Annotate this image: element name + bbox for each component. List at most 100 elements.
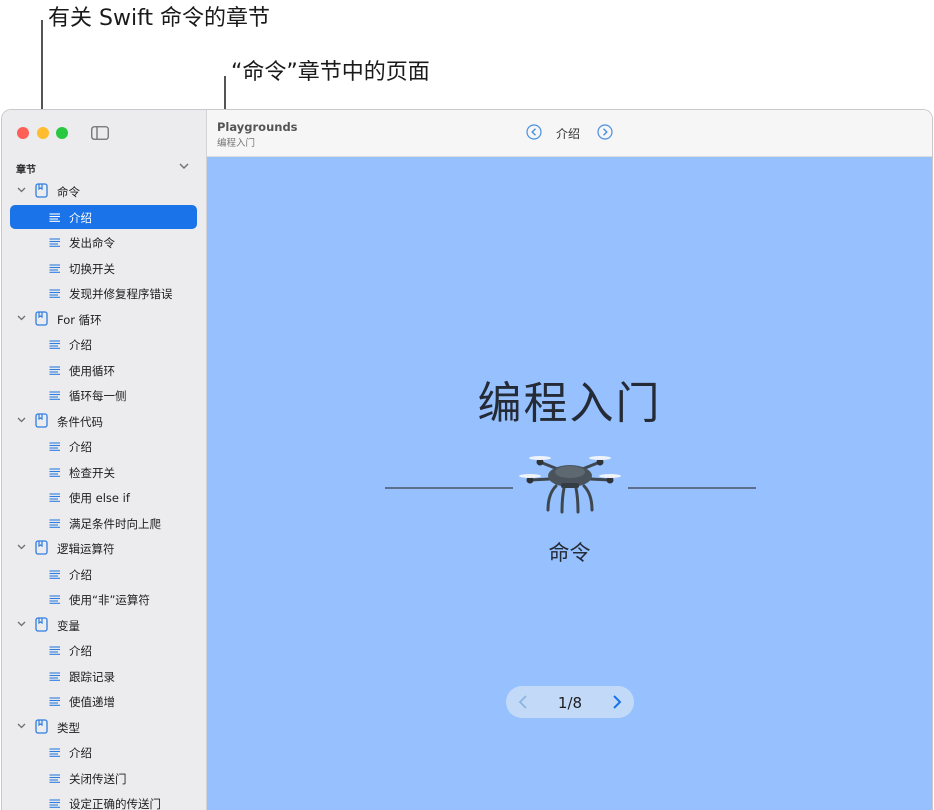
previous-page-icon[interactable] [526,124,542,140]
next-page-icon[interactable] [597,124,613,140]
page-lines-icon [49,697,60,706]
page-title: 循环每一侧 [69,389,127,403]
chevron-down-icon[interactable] [179,163,189,170]
chapter-row[interactable]: 条件代码 [2,409,206,435]
chapter-title: 变量 [57,618,80,633]
chapter-book-icon [35,310,48,326]
page-title: 使用 else if [69,491,130,505]
page-title: 检查开关 [69,465,115,480]
chapter-title: For 循环 [57,312,102,327]
page-row[interactable]: 跟踪记录 [2,664,206,690]
page-title: 发现并修复程序错误 [69,287,173,301]
divider-right [628,487,756,489]
page-row[interactable]: 介绍 [2,740,206,766]
page-lines-icon [49,391,60,400]
page-row[interactable]: 介绍 [2,434,206,460]
chapter-book-icon [35,616,48,632]
page-row[interactable]: 使用 else if [2,485,206,511]
page-row[interactable]: 设定正确的传送门 [2,791,206,810]
chapter-book-icon [35,540,48,555]
page-row[interactable]: 使值递增 [2,689,206,715]
page-lines-icon [49,799,60,808]
callout-chapter-label: 有关 Swift 命令的章节 [48,6,271,31]
chapter-title: 条件代码 [57,414,103,429]
page-lines-icon [49,467,60,477]
page-title: 介绍 [69,746,92,760]
page-row[interactable]: 介绍 [2,562,206,588]
page-title: 使用“非”运算符 [69,593,150,607]
close-window-button[interactable] [17,127,29,139]
page-row[interactable]: 发现并修复程序错误 [2,281,206,307]
page-row[interactable]: 循环每一侧 [2,383,206,409]
page-row[interactable]: 使用“非”运算符 [2,587,206,613]
page-row[interactable]: 发出命令 [2,230,206,256]
chapter-title: 类型 [57,720,80,735]
chevron-down-icon[interactable] [17,621,26,627]
chapters-section-header: 章节 [16,165,36,176]
pager-next-icon[interactable] [611,694,623,710]
page-row[interactable]: 介绍 [2,204,206,231]
chevron-down-icon[interactable] [17,723,26,729]
book-title: 编程入门 [477,378,662,429]
page-lines-icon [49,340,60,349]
chapter-title: 命令 [57,185,80,199]
page-lines-icon [49,493,60,502]
page-lines-icon [49,748,60,757]
page-title: 切换开关 [69,261,115,276]
page-row[interactable]: 使用循环 [2,358,206,384]
zoom-window-button[interactable] [56,127,68,139]
sidebar: 章节 命令 介绍 发出命令 切换开关 发现并修复程序错误 For 循环 介绍 使用循环 循环每一… [2,110,207,810]
chapter-book-icon [35,183,48,198]
page-row[interactable]: 介绍 [2,638,206,664]
page-title: 介绍 [69,644,92,658]
selection-highlight [10,204,197,229]
page-row[interactable]: 介绍 [2,332,206,358]
page-lines-icon [49,289,60,298]
chevron-down-icon[interactable] [17,417,26,423]
page-lines-icon [49,646,60,655]
page-title: 发出命令 [69,236,115,250]
toolbar: Playgrounds 编程入门 介绍 [207,110,932,157]
app-window: 章节 命令 介绍 发出命令 切换开关 发现并修复程序错误 For 循环 介绍 使用循环 循环每一… [1,109,933,810]
chapter-name: 命令 [548,541,591,565]
sidebar-toggle-icon[interactable] [91,126,109,140]
page-lines-icon [49,238,60,247]
page-title: 跟踪记录 [69,669,115,684]
page-title: 关闭传送门 [69,771,127,786]
chapter-row[interactable]: For 循环 [2,307,206,333]
page-row[interactable]: 检查开关 [2,460,206,486]
chapter-row[interactable]: 逻辑运算符 [2,536,206,562]
page-row[interactable]: 切换开关 [2,256,206,282]
chevron-down-icon[interactable] [17,187,26,193]
chapter-book-icon [35,718,48,734]
page-navigator: 1/8 [506,686,634,718]
drone-illustration [519,456,621,514]
chevron-down-icon[interactable] [17,544,26,550]
page-title: 使用循环 [69,363,115,378]
toolbar-title: Playgrounds [217,120,298,134]
page-title: 满足条件时向上爬 [69,516,161,531]
page-title: 介绍 [69,210,92,225]
page-title: 介绍 [69,440,92,454]
page-lines-icon [49,595,60,604]
chapter-row[interactable]: 变量 [2,613,206,639]
page-content: 编程入门 命令 1/8 [207,157,932,810]
minimize-window-button[interactable] [37,127,49,139]
chevron-down-icon[interactable] [17,315,26,321]
page-title: 设定正确的传送门 [69,797,161,810]
chapter-row[interactable]: 类型 [2,715,206,741]
chapter-row[interactable]: 命令 [2,179,206,205]
chapter-book-icon [35,412,48,428]
page-lines-icon [49,518,60,528]
page-row[interactable]: 满足条件时向上爬 [2,511,206,537]
page-title: 介绍 [69,338,92,352]
toolbar-current-page: 介绍 [556,127,581,141]
page-lines-icon [49,365,60,375]
page-lines-icon [49,671,60,681]
page-title: 介绍 [69,567,92,582]
toolbar-subtitle: 编程入门 [217,138,256,149]
divider-left [385,487,513,489]
callout-pages-label: “命令”章节中的页面 [231,60,430,85]
page-row[interactable]: 关闭传送门 [2,766,206,792]
page-lines-icon [49,773,60,783]
